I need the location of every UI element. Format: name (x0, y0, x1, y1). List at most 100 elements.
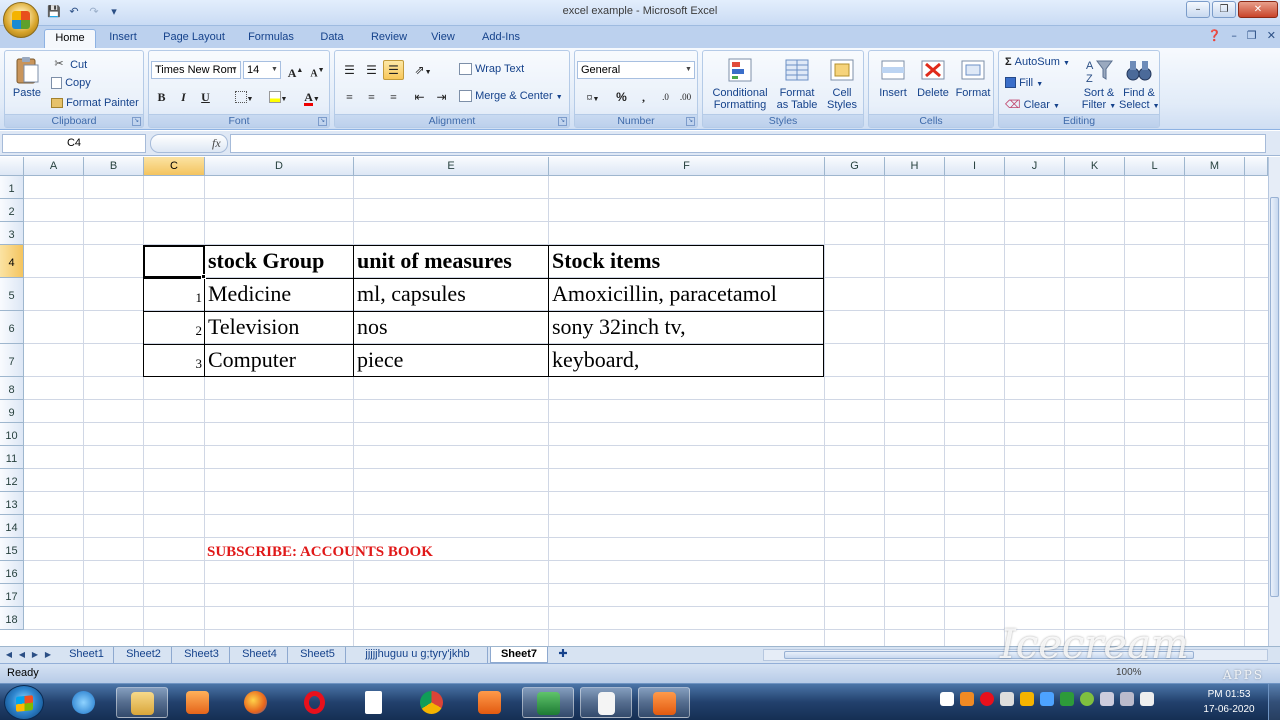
prev-sheet-icon[interactable]: ◀ (16, 649, 28, 661)
spreadsheet-grid[interactable]: ABCDEFGHIJKLM 1 2 3 4 5 6 7 8 9 10 11 12 13 14 15 16 17 1… (0, 157, 1268, 646)
document-icon[interactable] (348, 687, 400, 718)
tab-page-layout[interactable]: Page Layout (152, 29, 236, 48)
row-header-8[interactable]: 8 (0, 377, 24, 400)
row-header-17[interactable]: 17 (0, 584, 24, 607)
column-header-f[interactable]: F (549, 157, 825, 176)
tab-insert[interactable]: Insert (100, 29, 146, 48)
tab-home[interactable]: Home (44, 29, 96, 48)
insert-function-icon[interactable]: fx (212, 136, 221, 151)
column-header-a[interactable]: A (24, 157, 84, 176)
restore-button[interactable]: ❐ (1212, 1, 1236, 18)
row-header-3[interactable]: 3 (0, 222, 24, 245)
number-format-select[interactable]: General ▼ (577, 61, 695, 79)
format-painter-button[interactable]: Format Painter (51, 97, 139, 109)
row-header-5[interactable]: 5 (0, 278, 24, 311)
row-header-16[interactable]: 16 (0, 561, 24, 584)
file-explorer-icon[interactable] (116, 687, 168, 718)
formula-input[interactable] (230, 134, 1266, 153)
comma-button[interactable]: , (633, 87, 654, 107)
fill-button[interactable]: Fill ▼ (1005, 77, 1043, 89)
sort-filter-button[interactable]: AZ Sort & Filter ▼ (1079, 55, 1119, 113)
internet-explorer-icon[interactable] (58, 687, 110, 718)
tray-icon[interactable] (960, 692, 974, 706)
tray-icon[interactable] (980, 692, 994, 706)
workbook-restore-icon[interactable]: ❐ (1247, 29, 1257, 42)
font-color-button[interactable]: A▼ (297, 87, 327, 107)
autosum-button[interactable]: Σ AutoSum ▼ (1005, 56, 1070, 68)
align-middle-icon[interactable]: ☰ (361, 60, 382, 80)
next-sheet-icon[interactable]: ▶ (29, 649, 41, 661)
column-header-d[interactable]: D (205, 157, 354, 176)
fill-color-button[interactable]: ▼ (263, 87, 293, 107)
clock[interactable]: PM 01:53 17-06-2020 (1196, 687, 1262, 717)
clear-button[interactable]: ⌫ Clear ▼ (1005, 98, 1060, 111)
align-top-icon[interactable]: ☰ (339, 60, 360, 80)
decrease-indent-icon[interactable]: ⇤ (409, 87, 430, 107)
sheet-tab[interactable]: jjjjjhuguu u g;tyry'jkhb (348, 647, 488, 663)
office-button[interactable] (3, 2, 39, 38)
workbook-minimize-icon[interactable]: – (1231, 29, 1237, 42)
column-header-g[interactable]: G (825, 157, 885, 176)
shrink-font-button[interactable]: A▼ (307, 60, 328, 80)
horizontal-scroll-thumb[interactable] (784, 651, 1194, 659)
table-cell[interactable]: keyboard, (548, 347, 824, 373)
increase-indent-icon[interactable]: ⇥ (431, 87, 452, 107)
format-cells-button[interactable]: Format (953, 55, 993, 99)
italic-button[interactable]: I (173, 87, 194, 107)
vertical-scroll-thumb[interactable] (1270, 197, 1279, 597)
clipboard-launcher-icon[interactable]: ↘ (132, 117, 141, 126)
select-all-corner[interactable] (0, 157, 24, 176)
align-left-icon[interactable]: ≡ (339, 87, 360, 107)
conditional-formatting-button[interactable]: Conditional Formatting (707, 55, 773, 111)
orientation-icon[interactable]: ⇗▼ (409, 60, 437, 80)
insert-sheet-icon[interactable]: ✚ (550, 647, 576, 663)
fill-handle[interactable] (201, 274, 206, 279)
active-cell-highlight[interactable] (143, 245, 205, 278)
table-cell[interactable]: Television (204, 314, 353, 340)
zoom-level[interactable]: 100% (1116, 667, 1142, 678)
row-header-12[interactable]: 12 (0, 469, 24, 492)
row-header-6[interactable]: 6 (0, 311, 24, 344)
row-header-9[interactable]: 9 (0, 400, 24, 423)
column-header-k[interactable]: K (1065, 157, 1125, 176)
tray-icon[interactable] (1060, 692, 1074, 706)
align-right-icon[interactable]: ≡ (383, 87, 404, 107)
firefox-icon[interactable] (230, 687, 282, 718)
row-header-15[interactable]: 15 (0, 538, 24, 561)
borders-button[interactable]: ▼ (229, 87, 259, 107)
find-select-button[interactable]: Find & Select ▼ (1119, 55, 1160, 113)
column-header-partial[interactable] (1245, 157, 1268, 176)
insert-cells-button[interactable]: Insert (873, 55, 913, 99)
row-header-18[interactable]: 18 (0, 607, 24, 630)
close-button[interactable]: ✕ (1238, 1, 1278, 18)
show-desktop-button[interactable] (1268, 684, 1280, 720)
column-header-l[interactable]: L (1125, 157, 1185, 176)
tab-data[interactable]: Data (308, 29, 356, 48)
tray-icon[interactable] (1040, 692, 1054, 706)
table-cell[interactable]: 1 (144, 290, 204, 306)
column-header-i[interactable]: I (945, 157, 1005, 176)
table-cell[interactable]: nos (353, 314, 548, 340)
paste-button[interactable]: Paste (9, 55, 45, 99)
decrease-decimal-icon[interactable]: .00 (675, 87, 696, 107)
start-button[interactable] (4, 685, 44, 720)
column-header-e[interactable]: E (354, 157, 549, 176)
row-header-11[interactable]: 11 (0, 446, 24, 469)
minimize-button[interactable]: – (1186, 1, 1210, 18)
table-header-cell[interactable]: stock Group (204, 248, 353, 278)
underline-button[interactable]: U (195, 87, 216, 107)
table-header-cell[interactable]: unit of measures (353, 248, 548, 278)
row-header-14[interactable]: 14 (0, 515, 24, 538)
column-header-j[interactable]: J (1005, 157, 1065, 176)
tray-icon[interactable] (1020, 692, 1034, 706)
align-center-icon[interactable]: ≡ (361, 87, 382, 107)
row-header-10[interactable]: 10 (0, 423, 24, 446)
alignment-launcher-icon[interactable]: ↘ (558, 117, 567, 126)
row-header-2[interactable]: 2 (0, 199, 24, 222)
screen-recorder-icon[interactable] (464, 687, 516, 718)
media-player-icon[interactable] (172, 687, 224, 718)
percent-button[interactable]: % (611, 87, 632, 107)
tab-add-ins[interactable]: Add-Ins (470, 29, 532, 48)
number-launcher-icon[interactable]: ↘ (686, 117, 695, 126)
tab-review[interactable]: Review (362, 29, 416, 48)
